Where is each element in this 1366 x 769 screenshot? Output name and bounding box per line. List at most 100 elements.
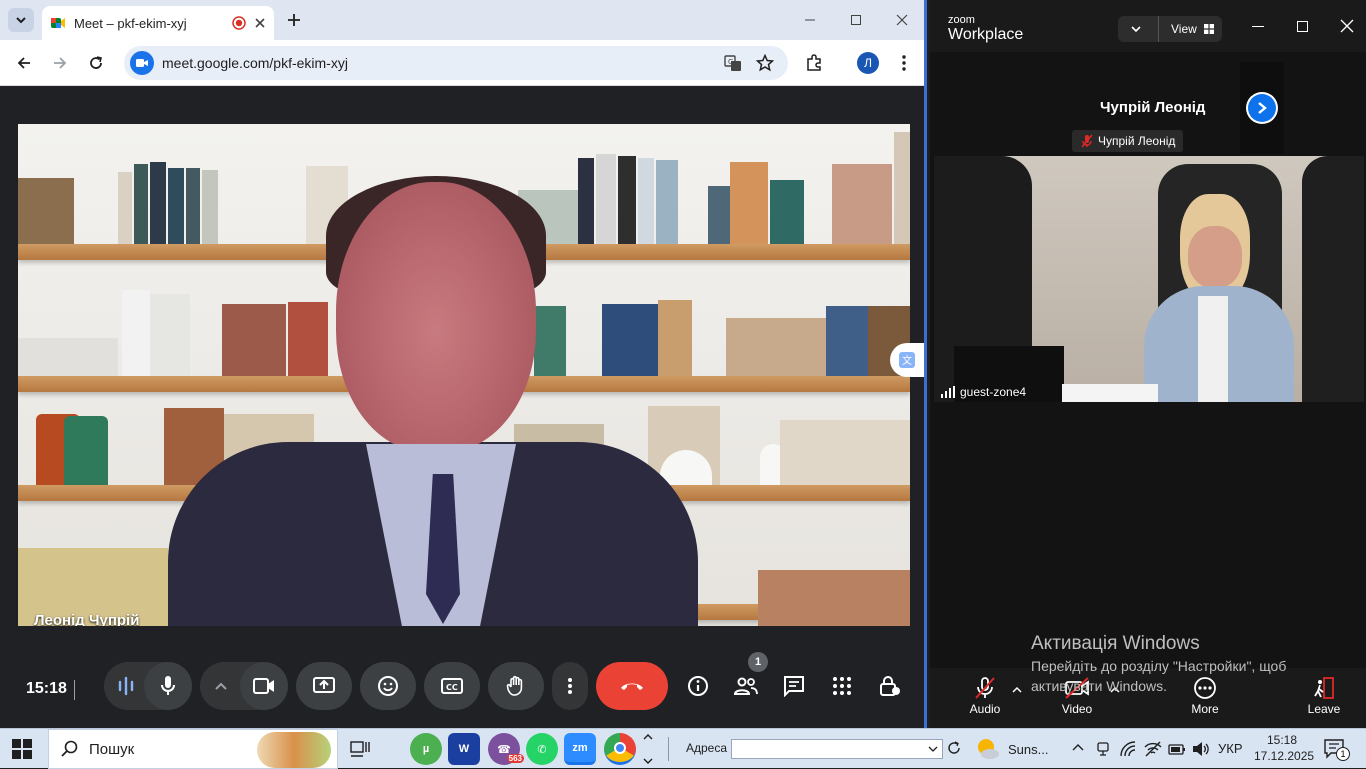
video-tile-name: guest-zone4 [940, 385, 1026, 399]
present-screen-icon [313, 677, 335, 693]
captions-translate-button[interactable]: 文 [890, 343, 924, 377]
notifications-button[interactable]: 1 [1324, 739, 1350, 761]
extensions-button[interactable] [800, 49, 828, 77]
zoom-app[interactable]: zm [564, 733, 596, 765]
chrome-app[interactable] [604, 733, 636, 765]
next-page-button[interactable] [1246, 92, 1278, 124]
webex-app[interactable]: W [448, 733, 480, 765]
people-button[interactable] [732, 672, 760, 700]
chevron-up-icon[interactable] [214, 681, 228, 691]
site-info-icon[interactable] [130, 51, 154, 75]
url-text: meet.google.com/pkf-ekim-xyj [162, 55, 348, 71]
zoom-video-tile[interactable]: guest-zone4 [934, 156, 1364, 402]
captions-button[interactable]: CC [424, 662, 480, 710]
signal-strength-icon [941, 386, 955, 398]
utorrent-icon: µ [422, 743, 430, 755]
minimize-button[interactable] [798, 8, 822, 32]
profile-button[interactable]: Л [854, 49, 882, 77]
search-highlight-image [257, 732, 331, 768]
view-button[interactable]: View [1118, 16, 1222, 42]
main-video-tile[interactable]: Леонід Чупрій [18, 124, 910, 626]
reload-button[interactable] [82, 49, 110, 77]
close-window-button[interactable] [890, 8, 914, 32]
back-button[interactable] [10, 49, 38, 77]
zoom-minimize-button[interactable] [1252, 26, 1264, 27]
chevron-down-icon [1131, 26, 1141, 33]
close-tab-icon[interactable] [254, 17, 266, 29]
audio-options-chevron-icon[interactable] [1012, 686, 1022, 694]
viber-app[interactable]: ☎ 563 [488, 733, 524, 765]
taskbar-clock[interactable]: 15:18 17.12.2025 [1254, 732, 1314, 764]
tab-search-button[interactable] [8, 8, 34, 32]
forward-button[interactable] [46, 49, 74, 77]
tab-title: Meet – pkf-ekim-xyj [74, 15, 187, 31]
svg-text:G: G [728, 58, 733, 66]
address-bar[interactable]: meet.google.com/pkf-ekim-xyj G [124, 46, 788, 80]
network-icon[interactable] [1120, 741, 1136, 757]
audio-levels-icon[interactable] [114, 676, 138, 696]
meeting-details-button[interactable] [684, 672, 712, 700]
star-icon[interactable] [756, 54, 774, 72]
chrome-icon [614, 741, 626, 754]
maximize-button[interactable] [844, 8, 868, 32]
svg-text:CC: CC [446, 683, 458, 692]
active-speaker-name: Чупрій Леонід [1100, 99, 1206, 116]
translate-icon[interactable]: G [724, 54, 742, 72]
whatsapp-app[interactable]: ✆ [526, 733, 558, 765]
audio-button[interactable]: Audio [950, 676, 1020, 716]
more-vert-icon [902, 55, 906, 71]
chat-button[interactable] [780, 672, 808, 700]
puzzle-icon [807, 54, 821, 71]
apps-grid-icon [833, 677, 851, 695]
activation-watermark-line2: активувати Windows. [1031, 678, 1167, 694]
plus-icon [288, 14, 300, 26]
chevron-down-icon [16, 17, 26, 24]
leave-call-button[interactable] [596, 662, 668, 710]
recording-icon [232, 16, 246, 30]
address-toolbar-input[interactable] [731, 739, 943, 759]
taskbar-search[interactable]: Пошук [48, 729, 338, 769]
start-button[interactable] [12, 739, 32, 759]
address-toolbar-label: Адреса [686, 741, 728, 755]
arrow-right-icon [54, 57, 67, 69]
weather-widget[interactable]: Suns... [974, 737, 1048, 761]
tab-meet[interactable]: Meet – pkf-ekim-xyj [42, 6, 274, 40]
chevron-up-icon [643, 734, 653, 740]
divider [74, 680, 75, 700]
meet-now-icon[interactable] [1096, 741, 1110, 757]
windows-logo-icon [12, 739, 32, 759]
battery-icon[interactable] [1168, 741, 1186, 757]
microphone-icon [161, 676, 175, 695]
language-indicator[interactable]: УКР [1218, 741, 1243, 756]
more-options-button[interactable] [552, 662, 588, 710]
raise-hand-button[interactable] [488, 662, 544, 710]
zoom-maximize-button[interactable] [1297, 21, 1308, 32]
zoom-close-button[interactable] [1340, 19, 1354, 33]
svg-text:文: 文 [902, 354, 912, 367]
close-icon [1340, 19, 1354, 33]
chevron-down-icon [928, 746, 938, 752]
new-tab-button[interactable] [282, 8, 306, 32]
raise-hand-icon [506, 675, 523, 696]
present-screen-button[interactable] [296, 662, 352, 710]
chrome-menu-button[interactable] [890, 49, 918, 77]
audio-control-group [104, 662, 192, 710]
leave-button[interactable]: Leave [1289, 676, 1359, 716]
camera-button[interactable] [240, 662, 288, 710]
microphone-button[interactable] [144, 662, 192, 710]
wifi-off-icon[interactable] [1144, 741, 1162, 757]
camera-icon [136, 59, 148, 67]
utorrent-app[interactable]: µ [410, 733, 442, 765]
webex-icon: W [458, 743, 470, 755]
host-controls-button[interactable] [876, 672, 904, 700]
reactions-button[interactable] [360, 662, 416, 710]
participant-name: Леонід Чупрій [34, 612, 140, 626]
taskbar-scroll[interactable] [642, 733, 656, 765]
refresh-icon[interactable] [947, 741, 961, 755]
activities-button[interactable] [828, 672, 856, 700]
zoom-titlebar: zoom Workplace View [930, 0, 1366, 52]
show-hidden-icons-icon[interactable] [1072, 743, 1084, 751]
more-button[interactable]: More [1170, 676, 1240, 716]
task-view-button[interactable] [350, 739, 370, 759]
volume-icon[interactable] [1192, 741, 1210, 757]
